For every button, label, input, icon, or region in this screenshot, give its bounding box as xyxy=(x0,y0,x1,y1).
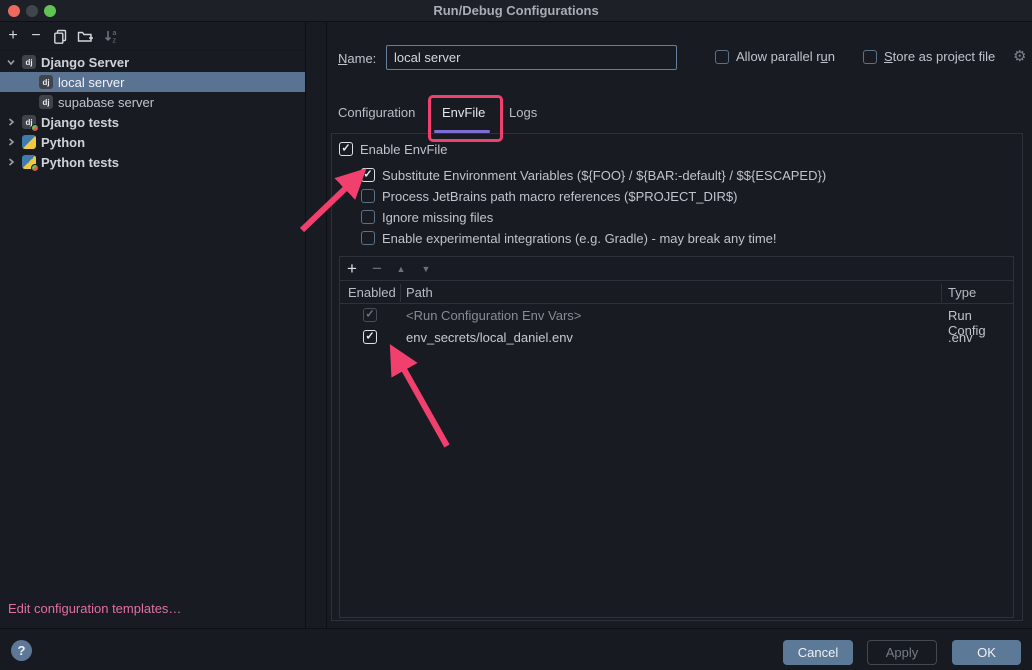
move-up-icon[interactable]: ▲ xyxy=(391,259,411,279)
row-enabled-checkbox[interactable]: ✓ xyxy=(363,330,377,344)
column-header-type: Type xyxy=(948,285,976,300)
column-header-path: Path xyxy=(406,285,433,300)
checkbox-box[interactable]: ✓ xyxy=(339,142,353,156)
env-files-table-toolbar: + − ▲ ▼ xyxy=(340,257,1013,281)
row-path: <Run Configuration Env Vars> xyxy=(406,308,581,323)
python-tests-icon xyxy=(22,155,36,169)
tree-item-python-tests[interactable]: Python tests xyxy=(0,152,305,172)
allow-parallel-run-checkbox[interactable]: ✓ Allow parallel run xyxy=(715,49,835,64)
copy-configuration-icon[interactable] xyxy=(51,27,69,45)
tree-item-django-tests[interactable]: dj Django tests xyxy=(0,112,305,132)
ok-button[interactable]: OK xyxy=(952,640,1021,665)
store-settings-gear-icon[interactable]: ⚙ xyxy=(1013,47,1026,65)
remove-env-file-icon[interactable]: − xyxy=(367,259,387,279)
enable-envfile-checkbox[interactable]: ✓ Enable EnvFile xyxy=(339,139,447,159)
tree-item-label: local server xyxy=(58,75,124,90)
tree-item-label: Python tests xyxy=(41,155,119,170)
checkbox-label: Enable EnvFile xyxy=(360,142,447,157)
title-bar: Run/Debug Configurations xyxy=(0,0,1032,22)
allow-parallel-run-label: Allow parallel run xyxy=(736,49,835,64)
tab-configuration[interactable]: Configuration xyxy=(338,105,415,120)
chevron-right-icon[interactable] xyxy=(5,136,17,148)
checkbox-box[interactable]: ✓ xyxy=(361,210,375,224)
help-icon[interactable]: ? xyxy=(11,640,32,661)
chevron-right-icon[interactable] xyxy=(5,116,17,128)
tab-envfile[interactable]: EnvFile xyxy=(442,105,485,120)
new-folder-icon[interactable] xyxy=(76,27,94,45)
table-header: Enabled Path Type xyxy=(340,282,1013,304)
envfile-tab-content: ✓ Enable EnvFile ✓ Substitute Environmen… xyxy=(331,133,1023,621)
name-label: Name: xyxy=(338,51,376,66)
row-type: .env xyxy=(948,330,973,345)
add-configuration-icon[interactable]: + xyxy=(4,27,22,45)
column-divider xyxy=(941,284,942,302)
process-path-macro-checkbox[interactable]: ✓ Process JetBrains path macro reference… xyxy=(361,186,737,206)
remove-configuration-icon[interactable]: − xyxy=(27,27,45,45)
table-row[interactable]: ✓ <Run Configuration Env Vars> Run Confi… xyxy=(340,305,1013,327)
apply-button: Apply xyxy=(867,640,937,665)
tree-item-label: Python xyxy=(41,135,85,150)
cancel-button[interactable]: Cancel xyxy=(783,640,853,665)
column-divider xyxy=(400,284,401,302)
move-down-icon[interactable]: ▼ xyxy=(416,259,436,279)
add-env-file-icon[interactable]: + xyxy=(342,259,362,279)
substitute-environment-variables-checkbox[interactable]: ✓ Substitute Environment Variables (${FO… xyxy=(361,165,826,185)
configurations-sidebar: + − az dj Django Server dj local server … xyxy=(0,22,306,628)
table-row[interactable]: ✓ env_secrets/local_daniel.env .env xyxy=(340,327,1013,349)
checkbox-label: Enable experimental integrations (e.g. G… xyxy=(382,231,777,246)
django-config-icon: dj xyxy=(22,55,36,69)
configurations-tree: dj Django Server dj local server dj supa… xyxy=(0,52,305,172)
tree-item-local-server[interactable]: dj local server xyxy=(0,72,305,92)
checkbox-label: Ignore missing files xyxy=(382,210,493,225)
svg-text:a: a xyxy=(113,30,117,37)
django-tests-icon: dj xyxy=(22,115,36,129)
configuration-editor-panel: Name: ✓ Allow parallel run ✓ Store as pr… xyxy=(326,22,1032,628)
experimental-integrations-checkbox[interactable]: ✓ Enable experimental integrations (e.g.… xyxy=(361,228,777,248)
column-header-enabled: Enabled xyxy=(348,285,396,300)
sort-az-icon[interactable]: az xyxy=(102,27,120,45)
tree-item-label: Django Server xyxy=(41,55,129,70)
django-config-icon: dj xyxy=(39,75,53,89)
checkbox-box[interactable]: ✓ xyxy=(361,168,375,182)
env-files-table: + − ▲ ▼ Enabled Path Type ✓ <Run Configu… xyxy=(339,256,1014,618)
sidebar-toolbar: + − az xyxy=(0,22,305,51)
chevron-down-icon[interactable] xyxy=(5,56,17,68)
checkbox-box[interactable]: ✓ xyxy=(715,50,729,64)
store-as-project-file-label: Store as project file xyxy=(884,49,995,64)
tree-item-label: Django tests xyxy=(41,115,119,130)
checkbox-label: Process JetBrains path macro references … xyxy=(382,189,737,204)
row-enabled-checkbox: ✓ xyxy=(363,308,377,322)
checkbox-label: Substitute Environment Variables (${FOO}… xyxy=(382,168,826,183)
tree-item-supabase-server[interactable]: dj supabase server xyxy=(0,92,305,112)
checkbox-box[interactable]: ✓ xyxy=(361,231,375,245)
svg-text:z: z xyxy=(113,37,117,44)
store-as-project-file-checkbox[interactable]: ✓ Store as project file xyxy=(863,49,995,64)
chevron-right-icon[interactable] xyxy=(5,156,17,168)
dialog-footer: ? Cancel Apply OK xyxy=(0,628,1032,670)
tree-item-python[interactable]: Python xyxy=(0,132,305,152)
window-title: Run/Debug Configurations xyxy=(0,3,1032,18)
checkbox-box[interactable]: ✓ xyxy=(863,50,877,64)
run-debug-configurations-dialog: { "titlebar": { "title": "Run/Debug Conf… xyxy=(0,0,1032,670)
python-icon xyxy=(22,135,36,149)
django-config-icon: dj xyxy=(39,95,53,109)
name-input[interactable] xyxy=(386,45,677,70)
tab-logs[interactable]: Logs xyxy=(509,105,537,120)
tree-item-django-server[interactable]: dj Django Server xyxy=(0,52,305,72)
edit-configuration-templates-link[interactable]: Edit configuration templates… xyxy=(8,601,181,616)
tree-item-label: supabase server xyxy=(58,95,154,110)
ignore-missing-files-checkbox[interactable]: ✓ Ignore missing files xyxy=(361,207,493,227)
checkbox-box[interactable]: ✓ xyxy=(361,189,375,203)
row-path: env_secrets/local_daniel.env xyxy=(406,330,573,345)
